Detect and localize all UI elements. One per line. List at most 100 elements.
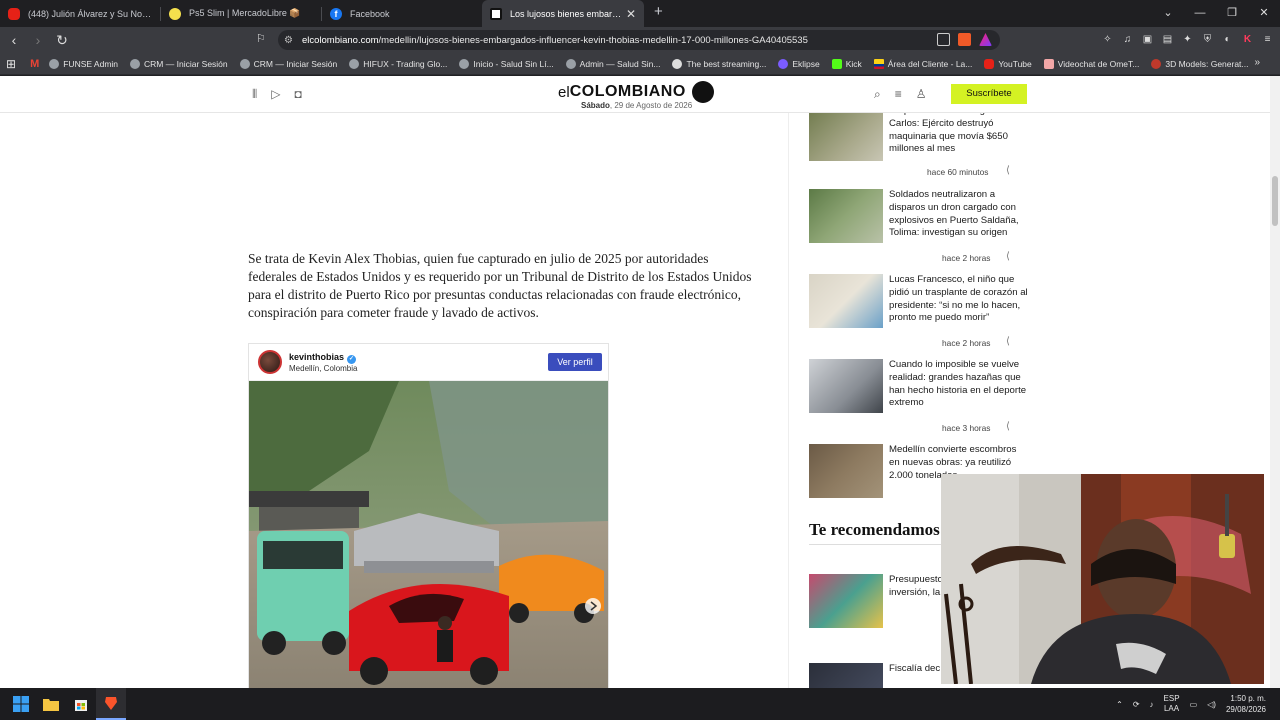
globe-icon — [565, 58, 576, 69]
bookmark-3d[interactable]: 3D Models: Generat... — [1151, 58, 1249, 69]
menu-icon[interactable]: ≡ — [1261, 33, 1274, 46]
recommend-heading: Te recomendamos — [809, 520, 940, 539]
share-icon[interactable]: ⟨ — [1006, 165, 1010, 176]
bookmark-area-cliente[interactable]: Área del Cliente - La... — [873, 58, 972, 69]
file-explorer-icon[interactable] — [36, 688, 66, 720]
bookmark-salud-admin[interactable]: Admin — Salud Sin... — [565, 58, 660, 69]
system-tray: ⌃ ⟳ ♪ ESP LAA ▭ ◁) 1:50 p. m. 29/08/2026 — [1116, 688, 1266, 720]
reader-mode-icon[interactable] — [937, 33, 950, 46]
tab-youtube[interactable]: (448) Julión Álvarez y Su Norteño Banda — [0, 0, 160, 27]
instagram-username[interactable]: kevinthobias ✓ — [289, 352, 357, 364]
reload-button[interactable]: ↻ — [52, 32, 72, 49]
sync-icon[interactable]: ⟳ — [1133, 700, 1140, 709]
list-item[interactable]: Lucas Francesco, el niño que pidió un tr… — [809, 274, 1039, 359]
subscribe-button[interactable]: Suscríbete — [951, 84, 1027, 104]
site-logo[interactable]: el COLOMBIANO — [558, 81, 714, 103]
site-header: ⦀ ▷ ◘ el COLOMBIANO Sábado, 29 de Agosto… — [0, 76, 1270, 113]
youtube-icon — [984, 58, 995, 69]
minimize-button[interactable]: — — [1184, 0, 1216, 27]
tab-title: Los lujosos bienes embargados a — [510, 8, 622, 19]
globe-icon — [49, 58, 60, 69]
media-icon[interactable]: ♫ — [1121, 33, 1134, 46]
bookmark-eklipse[interactable]: Eklipse — [778, 58, 820, 69]
3d-icon — [1151, 58, 1162, 69]
list-item[interactable]: Soldados neutralizaron a disparos un dro… — [809, 189, 1039, 274]
view-profile-button[interactable]: Ver perfil — [548, 353, 602, 371]
list-item[interactable]: Cuando lo imposible se vuelve realidad: … — [809, 359, 1039, 444]
hamburger-menu-icon[interactable]: ≡ — [895, 87, 902, 102]
bookmark-label: HIFUX - Trading Glo... — [363, 58, 448, 69]
language-indicator[interactable]: ESP LAA — [1164, 694, 1180, 714]
bookmark-label: Inicio - Salud Sin Lí... — [473, 58, 554, 69]
bookmark-videochat[interactable]: Videochat de OmeT... — [1043, 58, 1140, 69]
tab-facebook[interactable]: f Facebook — [322, 0, 482, 27]
brave-shield-icon[interactable] — [958, 33, 971, 46]
tab-mercadolibre[interactable]: Ps5 Slim | MercadoLibre 📦 — [161, 0, 321, 27]
globe-icon — [349, 58, 360, 69]
news-time: hace 2 horas — [942, 253, 991, 263]
tray-overflow-icon[interactable]: ⌃ — [1116, 700, 1123, 709]
bookmark-salud-inicio[interactable]: Inicio - Salud Sin Lí... — [459, 58, 554, 69]
leo-icon[interactable]: ✦ — [1181, 33, 1194, 46]
profile-icon[interactable]: ◐ — [1221, 33, 1234, 46]
mic-icon[interactable]: ♪ — [1150, 700, 1154, 709]
page-scrollbar[interactable] — [1270, 76, 1280, 688]
tab-title: (448) Julión Álvarez y Su Norteño Banda — [28, 8, 152, 19]
brave-browser-icon[interactable] — [96, 688, 126, 720]
avatar[interactable] — [258, 350, 282, 374]
network-icon[interactable]: ▭ — [1190, 700, 1198, 709]
brave-k-icon[interactable]: K — [1241, 33, 1254, 46]
site-info-icon[interactable]: ⚙ — [284, 35, 293, 46]
news-thumbnail — [809, 663, 883, 688]
gmail-icon[interactable]: M — [30, 58, 39, 70]
brave-rewards-icon[interactable] — [979, 33, 992, 46]
url-path: /medellin/lujosos-bienes-embargados-infl… — [378, 34, 808, 46]
date-rest: , 29 de Agosto de 2026 — [609, 101, 693, 110]
play-icon[interactable]: ▷ — [271, 87, 280, 102]
store-icon[interactable] — [66, 688, 96, 720]
vpn-icon[interactable]: ⛨ — [1201, 33, 1214, 46]
close-tab-icon[interactable]: ✕ — [622, 7, 636, 21]
maximize-button[interactable]: ❐ — [1216, 0, 1248, 27]
wallet-icon[interactable]: ▤ — [1161, 33, 1174, 46]
sidebar-icon[interactable]: ▣ — [1141, 33, 1154, 46]
back-button[interactable]: ‹ — [4, 32, 24, 48]
volume-icon[interactable]: ◁) — [1207, 700, 1216, 709]
date-day: Sábado — [581, 101, 610, 110]
share-icon[interactable]: ⟨ — [1006, 251, 1010, 262]
logo-main: COLOMBIANO — [569, 83, 686, 100]
new-tab-button[interactable]: + — [644, 0, 673, 27]
close-window-button[interactable]: ✕ — [1248, 0, 1280, 27]
search-icon[interactable]: ⌕ — [874, 87, 881, 102]
bookmark-streaming[interactable]: The best streaming... — [672, 58, 766, 69]
clock[interactable]: 1:50 p. m. 29/08/2026 — [1226, 693, 1266, 715]
bookmarks-overflow-icon[interactable]: » — [1254, 57, 1260, 68]
extension-puzzle-icon[interactable]: ✧ — [1101, 33, 1114, 46]
share-icon[interactable]: ⟨ — [1006, 336, 1010, 347]
windows-start-icon[interactable] — [6, 688, 36, 720]
audio-icon[interactable]: ⦀ — [252, 87, 257, 102]
share-icon[interactable]: ⟨ — [1006, 421, 1010, 432]
bookmark-funse[interactable]: FUNSE Admin — [49, 58, 118, 69]
bookmark-label: Videochat de OmeT... — [1057, 58, 1140, 69]
instagram-photo[interactable] — [249, 381, 608, 688]
bookmark-crm-1[interactable]: CRM — Iniciar Sesión — [130, 58, 228, 69]
bookmark-crm-2[interactable]: CRM — Iniciar Sesión — [239, 58, 337, 69]
list-item[interactable]: Golpe a la minería ilegal en San Carlos:… — [809, 105, 1039, 197]
bookmark-label: 3D Models: Generat... — [1165, 58, 1249, 69]
apps-grid-icon[interactable]: ⊞ — [6, 57, 16, 71]
scrollbar-thumb[interactable] — [1272, 176, 1278, 226]
bookmark-hifux[interactable]: HIFUX - Trading Glo... — [349, 58, 448, 69]
user-icon[interactable]: ♙ — [916, 87, 927, 102]
address-bar[interactable]: ⚙ elcolombiano.com/medellin/lujosos-bien… — [278, 30, 1000, 50]
globe-icon — [130, 58, 141, 69]
bookmark-icon[interactable]: ⚐ — [256, 32, 266, 45]
webcam-overlay — [941, 474, 1264, 684]
bookmark-kick[interactable]: Kick — [831, 58, 862, 69]
news-headline: Cuando lo imposible se vuelve realidad: … — [889, 359, 1027, 409]
bookmark-youtube[interactable]: YouTube — [984, 58, 1032, 69]
tab-search-icon[interactable]: ⌄ — [1152, 0, 1184, 27]
tab-elcolombiano[interactable]: Los lujosos bienes embargados a ✕ — [482, 0, 644, 27]
camera-icon[interactable]: ◘ — [295, 87, 302, 102]
forward-button[interactable]: › — [28, 32, 48, 48]
